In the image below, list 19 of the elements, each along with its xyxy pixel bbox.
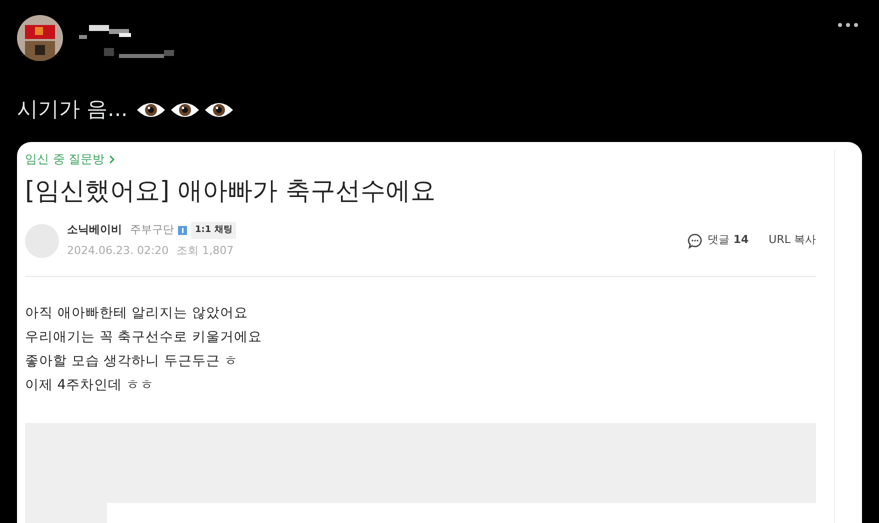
url-copy-link[interactable]: URL 복사 [768, 232, 816, 249]
more-icon[interactable] [838, 23, 858, 27]
comment-icon [687, 232, 704, 249]
body-line: 아직 애아빠한테 알리지는 않았어요 [25, 304, 249, 323]
post-date: 2024.06.23. 02:20 [67, 243, 169, 260]
author-grade: 주부구단 [130, 222, 174, 238]
comment-count[interactable]: 14 [733, 232, 749, 249]
level-icon [178, 226, 187, 235]
view-count: 조회 1,807 [176, 243, 234, 260]
body-line: 이제 4주차인데 ㅎㅎ [25, 376, 156, 395]
comments-label[interactable]: 댓글 [707, 232, 730, 249]
avatar[interactable] [17, 15, 63, 61]
author-name[interactable]: 소닉베이비 [67, 222, 122, 239]
body-line: 좋아할 모습 생각하니 두근두근 ㅎ [25, 352, 240, 371]
chevron-icon [108, 154, 115, 164]
body-line: 우리애기는 꼭 축구선수로 키울거에요 [25, 328, 263, 347]
post-title: [임신했어요] 애아빠가 축구선수에요 [25, 175, 436, 208]
chat-button[interactable]: 1:1 채팅 [191, 222, 236, 240]
tweet-text: 시기가 음... [17, 97, 128, 122]
